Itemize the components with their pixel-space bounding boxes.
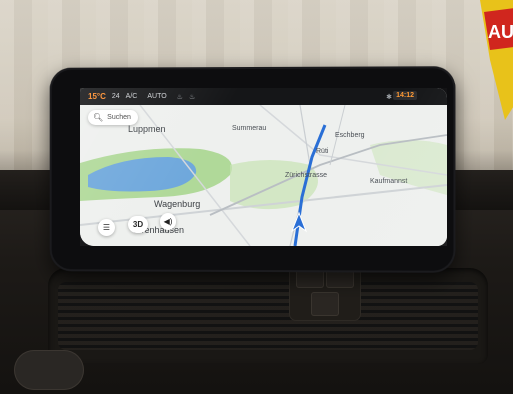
- map-place-label: Wagenburg: [154, 199, 201, 209]
- search-icon: 🔍︎: [93, 113, 104, 122]
- status-bar: 15°C 24 A/C AUTO ♨ ♨ ✱ ◉ 14:12: [80, 88, 447, 105]
- child-lock-button[interactable]: [311, 292, 339, 316]
- clock: 14:12: [393, 91, 417, 100]
- map-place-label: Luppmen: [128, 124, 166, 134]
- steering-column-stalk: [14, 350, 84, 390]
- auto-sign-logo: AUT: [480, 0, 513, 120]
- infotainment-screen: 15°C 24 A/C AUTO ♨ ♨ ✱ ◉ 14:12 Luppmen: [80, 88, 447, 246]
- map-place-label: Kaufmannst: [370, 178, 408, 185]
- search-placeholder: Suchen: [107, 114, 131, 121]
- menu-icon: ☰: [102, 223, 111, 232]
- volume-button[interactable]: ◀): [160, 213, 176, 230]
- fan-level-readout[interactable]: 24: [112, 93, 120, 100]
- view-mode-toggle[interactable]: 3D: [128, 216, 148, 233]
- vent-slats: [58, 282, 478, 350]
- search-box[interactable]: 🔍︎ Suchen: [88, 110, 138, 125]
- menu-button[interactable]: ☰: [98, 219, 115, 236]
- seat-heat-icon[interactable]: ♨: [177, 93, 183, 101]
- bluetooth-icon: ✱: [386, 93, 392, 101]
- seat-heat-icon[interactable]: ♨: [189, 93, 195, 101]
- air-vent: [48, 268, 488, 364]
- svg-text:AUT: AUT: [488, 22, 513, 42]
- ac-toggle[interactable]: A/C: [126, 93, 138, 100]
- auto-climate-toggle[interactable]: AUTO: [147, 93, 166, 100]
- temperature-readout[interactable]: 15°C: [88, 92, 106, 101]
- map-place-label: Zürichstrasse: [285, 172, 328, 179]
- map-place-label: Eschberg: [335, 132, 365, 139]
- car-interior-photo: AUT 15°C 24 A/C AUTO ♨ ♨ ✱ ◉ 14:12: [0, 0, 513, 394]
- map-place-label: Rüti: [316, 148, 329, 155]
- map-place-label: Summerau: [232, 125, 267, 132]
- volume-icon: ◀): [163, 217, 173, 226]
